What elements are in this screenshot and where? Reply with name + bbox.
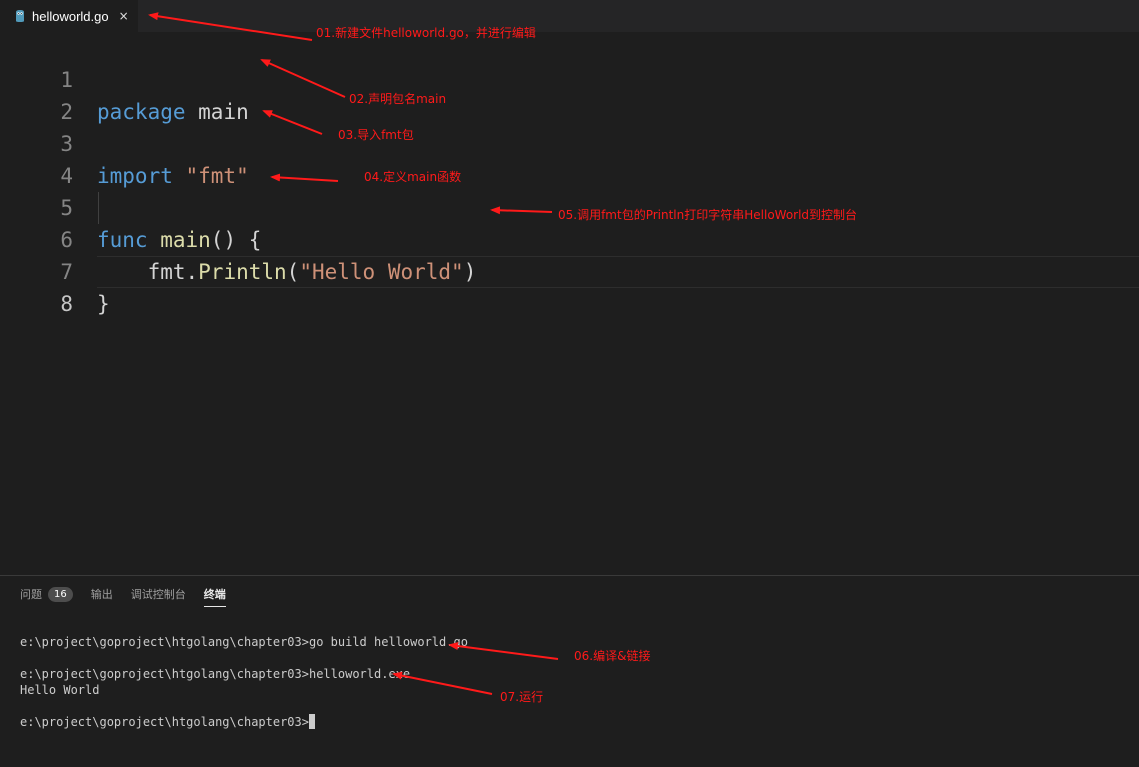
prompt-text: e:\project\goproject\htgolang\chapter03> bbox=[20, 715, 309, 729]
code-line-1[interactable]: 1 package main bbox=[0, 32, 1139, 124]
code-line-2[interactable]: 2 bbox=[0, 64, 1139, 124]
close-icon[interactable]: × bbox=[119, 9, 129, 23]
editor-tab-bar: helloworld.go × bbox=[0, 0, 1139, 32]
annotation-7: 07.运行 bbox=[500, 690, 544, 704]
tab-terminal[interactable]: 终端 bbox=[203, 586, 226, 607]
problems-count-badge: 16 bbox=[48, 586, 73, 602]
punctuation: } bbox=[97, 292, 110, 316]
code-line-3[interactable]: 3 import "fmt" bbox=[0, 96, 1139, 188]
tab-debug-console[interactable]: 调试控制台 bbox=[131, 586, 186, 602]
panel-tabs: 问题 16 输出 调试控制台 终端 bbox=[20, 585, 244, 607]
go-file-icon bbox=[16, 10, 24, 22]
terminal-prompt[interactable]: e:\project\goproject\htgolang\chapter03> bbox=[20, 714, 315, 730]
annotation-2: 02.声明包名main bbox=[349, 92, 447, 106]
annotation-6: 06.编译&链接 bbox=[574, 649, 651, 663]
code-line-7[interactable]: 7 } bbox=[0, 224, 1139, 316]
annotation-3: 03.导入fmt包 bbox=[338, 128, 414, 142]
tab-label: helloworld.go bbox=[32, 8, 109, 24]
annotation-1: 01.新建文件helloworld.go，并进行编辑 bbox=[316, 26, 536, 40]
line-number: 8 bbox=[60, 292, 73, 316]
bottom-panel: 问题 16 输出 调试控制台 终端 e:\project\goproject\ht… bbox=[0, 575, 1139, 767]
tab-problems[interactable]: 问题 16 bbox=[20, 586, 73, 602]
tab-problems-label: 问题 bbox=[20, 588, 42, 601]
tab-helloworld-go[interactable]: helloworld.go × bbox=[0, 0, 138, 32]
terminal-cursor bbox=[308, 714, 315, 729]
code-line-5[interactable]: 5 func main() { bbox=[0, 160, 1139, 252]
code-editor[interactable]: 1 package main 2 3 import "fmt" 4 5 func… bbox=[0, 32, 1139, 575]
code-line-8[interactable]: 8 bbox=[0, 256, 1139, 316]
terminal-line: e:\project\goproject\htgolang\chapter03>… bbox=[20, 635, 468, 649]
annotation-4: 04.定义main函数 bbox=[364, 170, 462, 184]
code-line-4[interactable]: 4 bbox=[0, 128, 1139, 188]
terminal-line: e:\project\goproject\htgolang\chapter03>… bbox=[20, 667, 411, 681]
tab-output[interactable]: 输出 bbox=[91, 586, 113, 602]
annotation-5: 05.调用fmt包的Println打印字符串HelloWorld到控制台 bbox=[558, 208, 858, 222]
terminal-output: Hello World bbox=[20, 683, 100, 697]
